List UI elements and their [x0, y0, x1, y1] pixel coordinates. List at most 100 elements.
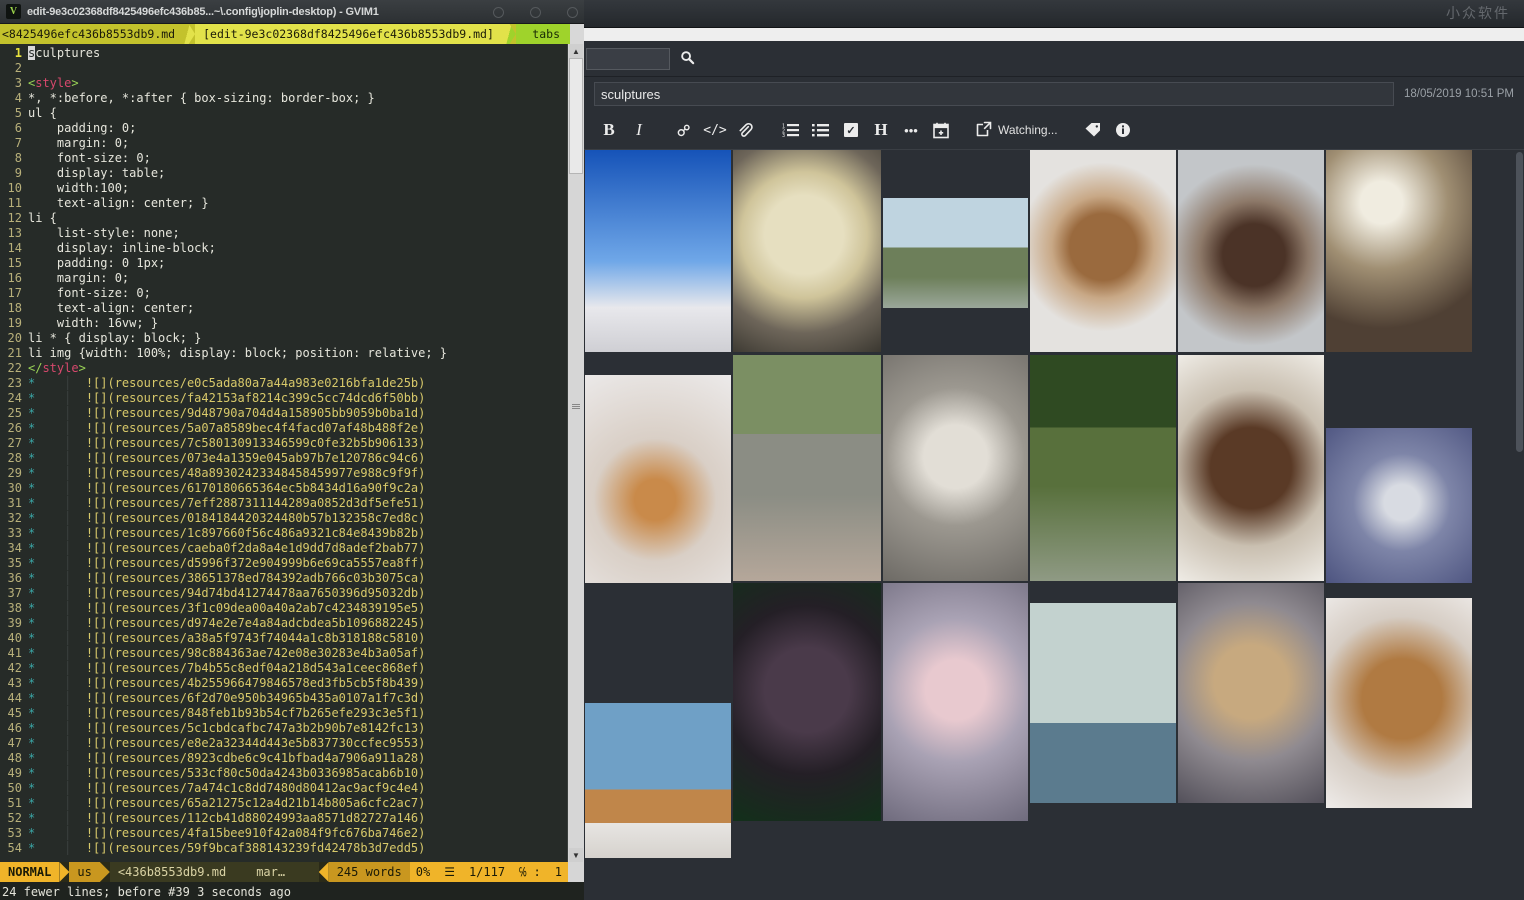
code-token: width: 16vw; } — [28, 316, 159, 330]
note-title-input[interactable]: sculptures — [594, 82, 1395, 106]
sculpture-warrior-axe[interactable] — [1326, 150, 1472, 352]
paperclip-icon[interactable] — [730, 116, 760, 144]
code-line: 10 width:100; — [0, 181, 567, 196]
sculpture-chrome-cobra[interactable] — [1326, 428, 1472, 583]
sculpture-bronze-figures[interactable] — [1178, 150, 1324, 352]
gvim-tabline: <8425496efc436b8553db9.md [edit-9e3c0236… — [0, 24, 584, 44]
sculpture-relief-neptune[interactable] — [883, 355, 1028, 581]
gallery-cell — [584, 355, 732, 583]
line-number: 46 — [7, 721, 22, 735]
code-line-text: li { — [28, 211, 57, 226]
italic-button[interactable]: I — [624, 116, 654, 144]
bold-button[interactable]: B — [594, 116, 624, 144]
heading-button[interactable]: H — [866, 116, 896, 144]
numbered-list-icon[interactable]: 1 2 3 — [776, 116, 806, 144]
checkbox-icon[interactable]: ✓ — [836, 116, 866, 144]
line-number: 53 — [7, 826, 22, 840]
gvim-window: V edit-9e3c02368df8425496efc436b85...~\.… — [0, 0, 584, 900]
line-number: 28 — [7, 451, 22, 465]
gallery-cell — [1325, 150, 1473, 355]
gallery-row — [584, 583, 1524, 823]
minimize-button[interactable] — [493, 6, 504, 18]
code-line: 21 li img {width: 100%; display: block; p… — [0, 346, 567, 361]
line-number: 29 — [7, 466, 22, 480]
sculpture-stacked-discs[interactable] — [1030, 603, 1176, 803]
code-line-resource: 34 * │ ![](resources/caeba0f2da8a4e1d9dd7… — [0, 541, 567, 556]
sculpture-abstract-stone-embrace[interactable] — [733, 150, 881, 352]
code-line-text: * │ ![](resources/8923cdbe6c9c41bfbad4a7… — [28, 751, 425, 766]
sculpture-art-deco-dancer[interactable] — [883, 583, 1028, 821]
line-number: 54 — [7, 841, 22, 855]
joplin-menubar — [584, 28, 1524, 41]
gallery-row — [584, 823, 1524, 858]
indent-guide: │ — [35, 751, 86, 765]
window-controls — [493, 0, 578, 24]
line-number: 38 — [7, 601, 22, 615]
sculpture-black-swan[interactable] — [883, 197, 1028, 308]
code-token: text-align: center; — [28, 301, 195, 315]
viewer-scrollbar-thumb[interactable] — [1516, 152, 1523, 452]
sculpture-seated-lion-cub[interactable] — [1030, 150, 1176, 352]
sculpture-wood-harp[interactable] — [585, 375, 731, 583]
tab-inactive[interactable]: <8425496efc436b8553db9.md — [0, 24, 180, 44]
horizontal-rule-icon[interactable]: ••• — [896, 116, 926, 144]
code-line-resource: 54 * │ ![](resources/59f9bcaf388143239fd4… — [0, 841, 567, 856]
scroll-down-arrow-icon[interactable]: ▼ — [569, 848, 583, 862]
code-line-resource: 51 * │ ![](resources/65a21275c12a4d21b14b… — [0, 796, 567, 811]
gvim-scrollbar-thumb[interactable] — [569, 58, 583, 174]
gallery-cell — [882, 355, 1029, 583]
code-line: 19 width: 16vw; } — [0, 316, 567, 331]
info-icon[interactable] — [1108, 116, 1138, 144]
code-text-area[interactable]: 1 sculptures 2 3 <style> 4 *, *:before, *:afte… — [0, 44, 567, 862]
line-number: 40 — [7, 631, 22, 645]
line-number: 27 — [7, 436, 22, 450]
sculpture-polished-nude[interactable] — [733, 583, 881, 821]
scroll-up-arrow-icon[interactable]: ▲ — [569, 44, 583, 58]
indent-guide: │ — [35, 466, 86, 480]
resource-link: ![](resources/073e4a1359e045ab97b7e12078… — [85, 451, 426, 465]
resource-link: ![](resources/9d48790a704d4a158905bb9059… — [85, 406, 426, 420]
line-number: 34 — [7, 541, 22, 555]
sculpture-stone-figure-garden[interactable] — [733, 355, 881, 581]
tag-icon[interactable] — [1078, 116, 1108, 144]
code-line-resource: 47 * │ ![](resources/e8e2a32344d443e5b837… — [0, 736, 567, 751]
indent-guide: │ — [35, 616, 86, 630]
vim-mode-indicator: NORMAL — [0, 862, 60, 882]
search-input[interactable] — [586, 47, 670, 70]
indent-guide: │ — [35, 706, 86, 720]
sculpture-seated-cloaked-figure[interactable] — [1178, 355, 1324, 581]
code-line-text: </style> — [28, 361, 86, 376]
statusline-arrow-3 — [318, 862, 329, 882]
tab-active[interactable]: [edit-9e3c02368df8425496efc436b8553db9.m… — [195, 24, 502, 44]
bullet-list-icon[interactable] — [806, 116, 836, 144]
maximize-button[interactable] — [530, 6, 541, 18]
code-icon[interactable]: </> — [700, 116, 730, 144]
resource-link: ![](resources/6f2d70e950b34965b435a0107a… — [85, 691, 426, 705]
resource-link: ![](resources/3f1c09dea00a40a2ab7c423483… — [85, 601, 426, 615]
sculpture-abstract-ceramic[interactable] — [1178, 583, 1324, 803]
code-line-text: * │ ![](resources/5a07a8589bec4f4facd07a… — [28, 421, 425, 436]
watching-button[interactable]: Watching... — [972, 121, 1062, 140]
link-icon[interactable] — [670, 116, 700, 144]
sculpture-lion-cub-bust[interactable] — [1326, 598, 1472, 808]
code-line-text: *, *:before, *:after { box-sizing: borde… — [28, 91, 375, 106]
vim-command-line[interactable]: 24 fewer lines; before #39 3 seconds ago — [0, 882, 584, 900]
sculpture-partial-bottom[interactable] — [585, 823, 731, 858]
sculpture-dark-head-lawn[interactable] — [1030, 355, 1176, 581]
code-line-text: * │ ![](resources/7c580130913346599c0fe3… — [28, 436, 425, 451]
gvim-scrollbar[interactable]: ▲ ▼ — [567, 44, 584, 862]
indent-guide: │ — [35, 676, 86, 690]
sculpture-twin-towers[interactable] — [585, 150, 731, 352]
viewer-scrollbar[interactable] — [1514, 150, 1524, 900]
calendar-icon[interactable] — [926, 116, 956, 144]
note-viewer[interactable] — [584, 150, 1524, 900]
sculpture-knot-ball[interactable] — [585, 703, 731, 823]
search-icon[interactable] — [680, 50, 695, 68]
code-line-text: * │ ![](resources/fa42153af8214c399c5cc7… — [28, 391, 425, 406]
code-token: padding: 0 1px; — [28, 256, 166, 270]
code-line-text: * │ ![](resources/48a8930242334845845997… — [28, 466, 425, 481]
gvim-editor-body[interactable]: 1 sculptures 2 3 <style> 4 *, *:before, *:afte… — [0, 44, 584, 862]
code-line-text: margin: 0; — [28, 271, 129, 286]
indent-guide: │ — [35, 406, 86, 420]
close-button[interactable] — [567, 6, 578, 18]
